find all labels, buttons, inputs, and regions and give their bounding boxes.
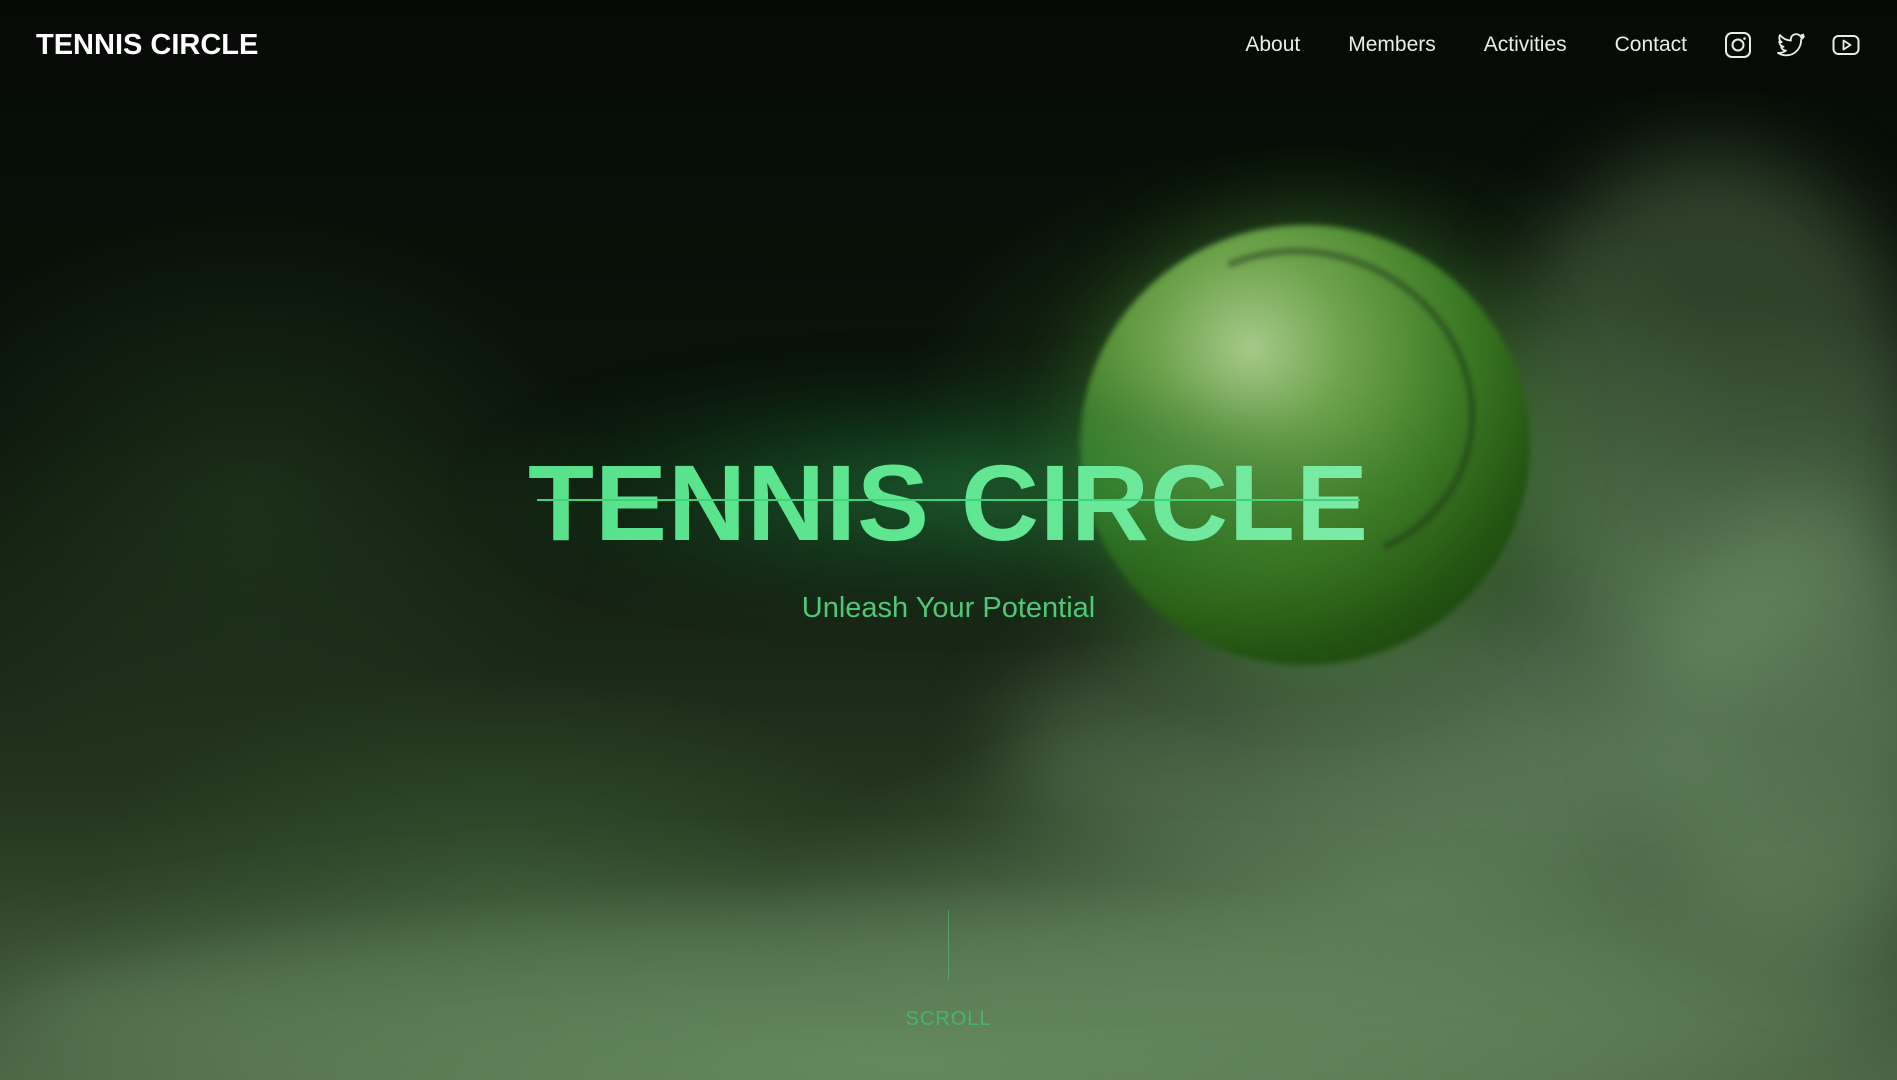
nav-link-members[interactable]: Members bbox=[1348, 33, 1436, 57]
scroll-indicator-line bbox=[948, 910, 949, 980]
social-links bbox=[1723, 30, 1861, 60]
scroll-indicator[interactable]: SCROLL bbox=[0, 1008, 1897, 1031]
nav-link-about[interactable]: About bbox=[1245, 33, 1300, 57]
hero-subtitle: Unleash Your Potential bbox=[801, 592, 1096, 624]
title-strike-line bbox=[537, 499, 1360, 501]
hero-section: TENNIS CIRCLE About Members Activities C… bbox=[0, 0, 1897, 1080]
nav-link-contact[interactable]: Contact bbox=[1615, 33, 1687, 57]
instagram-icon[interactable] bbox=[1723, 30, 1753, 60]
hero-title: TENNIS CIRCLE bbox=[0, 448, 1897, 558]
site-header: TENNIS CIRCLE About Members Activities C… bbox=[0, 0, 1897, 90]
main-nav: About Members Activities Contact bbox=[1197, 30, 1861, 60]
nav-link-activities[interactable]: Activities bbox=[1484, 33, 1567, 57]
twitter-icon[interactable] bbox=[1777, 30, 1807, 60]
site-logo[interactable]: TENNIS CIRCLE bbox=[36, 29, 258, 62]
youtube-icon[interactable] bbox=[1831, 30, 1861, 60]
